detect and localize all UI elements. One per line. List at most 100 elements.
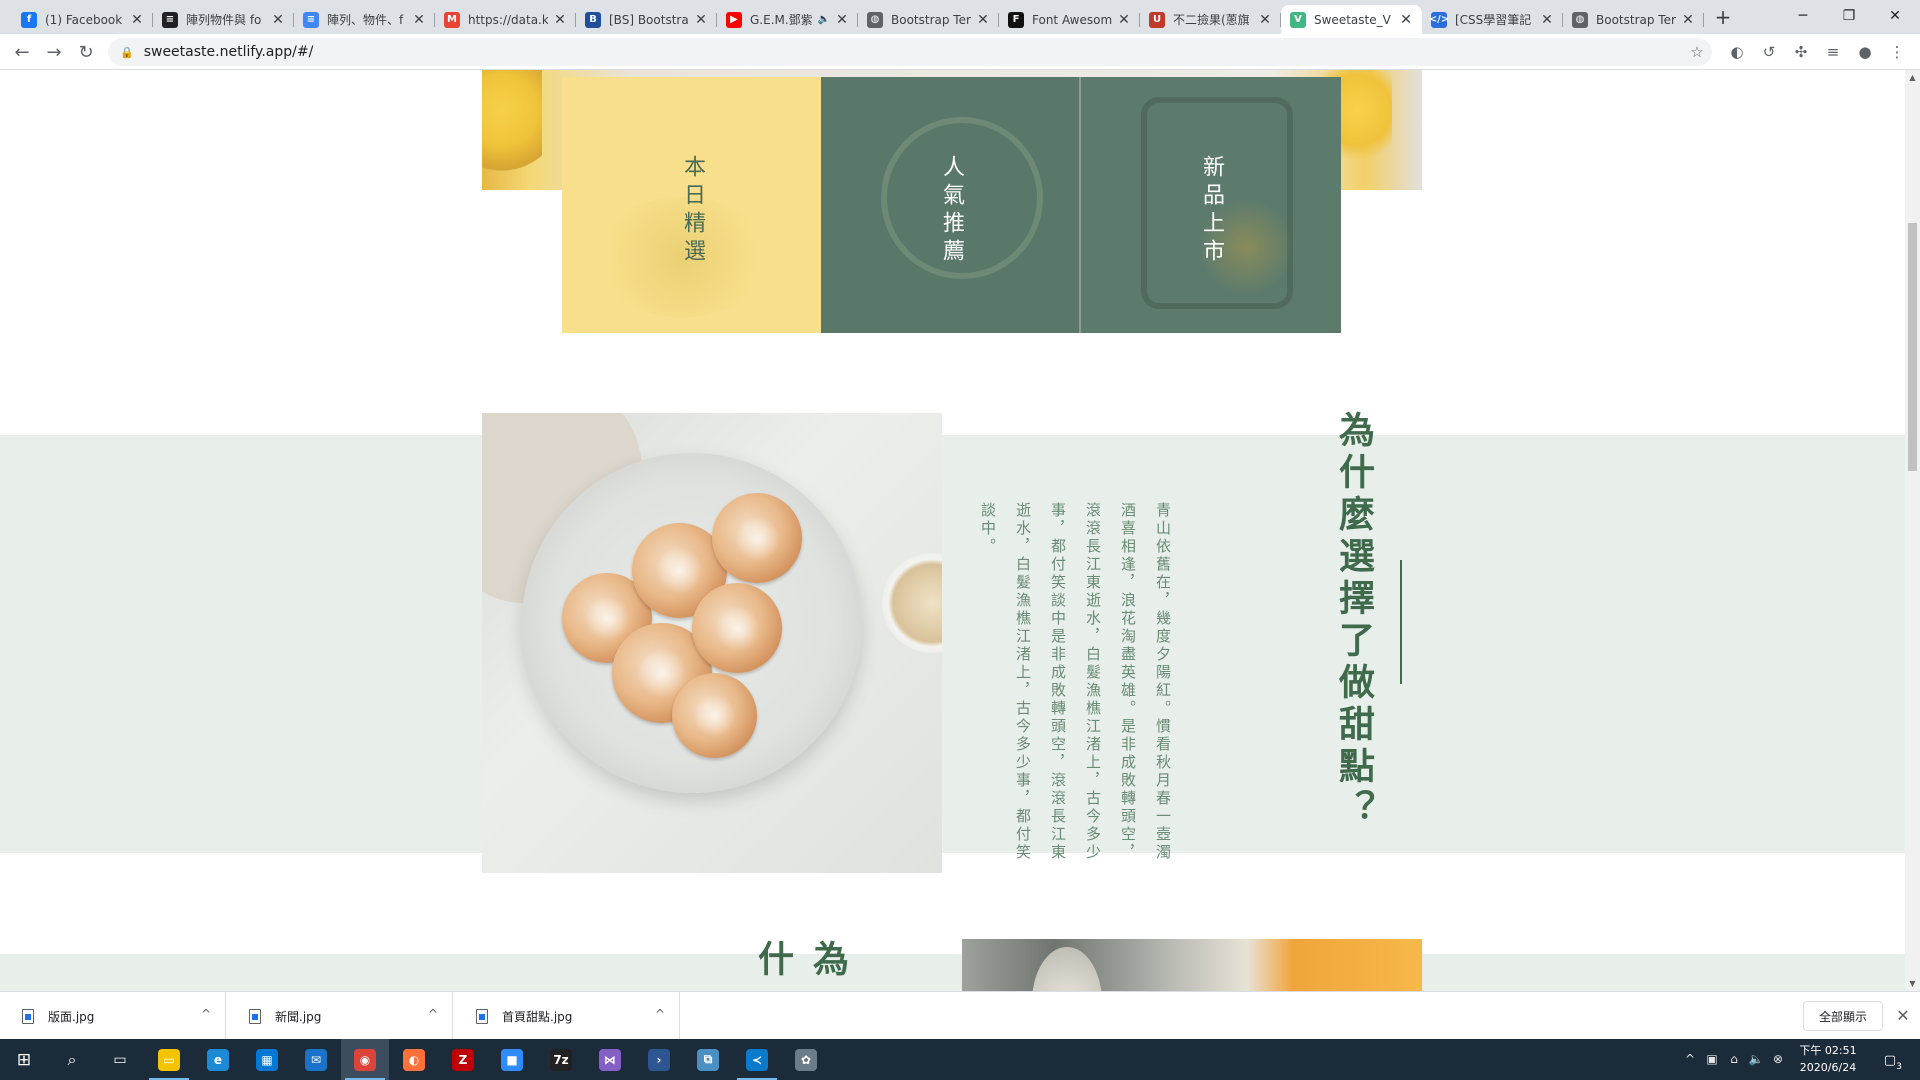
download-item[interactable]: 新聞.jpg ^ xyxy=(227,992,453,1040)
tab-close-icon[interactable]: ✕ xyxy=(1680,12,1696,28)
extensions-icon[interactable]: ✣ xyxy=(1789,40,1813,64)
taskbar-app-button[interactable]: 7z xyxy=(537,1039,585,1080)
extension-1-icon[interactable]: ◐ xyxy=(1725,40,1749,64)
bookmark-star-icon[interactable]: ☆ xyxy=(1685,40,1709,64)
tab[interactable]: Mhttps://data.k ✕ xyxy=(435,5,576,34)
tab[interactable]: f (1) Facebook ✕ xyxy=(12,5,153,34)
action-center-button[interactable]: ▢ 3 xyxy=(1878,1048,1902,1073)
tray-overflow-icon[interactable]: ^ xyxy=(1680,1049,1700,1069)
taskbar-app-button[interactable]: ⧉ xyxy=(684,1039,732,1080)
tab-close-icon[interactable]: ✕ xyxy=(693,12,709,28)
forward-button[interactable]: → xyxy=(40,38,68,66)
image-file-icon xyxy=(249,1008,261,1024)
maximize-button[interactable]: ❐ xyxy=(1826,0,1872,32)
taskbar-app-button[interactable]: ≺ xyxy=(733,1039,781,1080)
tab-close-icon[interactable]: ✕ xyxy=(1116,12,1132,28)
taskbar-app-button[interactable]: ✉ xyxy=(292,1039,340,1080)
scrollbar-thumb[interactable] xyxy=(1908,223,1917,471)
vscode-icon: ≺ xyxy=(746,1048,768,1071)
page-viewport: 本日精選 人氣推薦 新品上市 青山依舊在，幾度夕陽紅。慣看秋月春一壺濁酒喜相逢，… xyxy=(0,70,1905,991)
taskbar-app-button[interactable]: ▦ xyxy=(243,1039,291,1080)
taskbar-app-button[interactable]: ◐ xyxy=(390,1039,438,1080)
tab[interactable]: ◍ Bootstrap Ter ✕ xyxy=(858,5,999,34)
tab[interactable]: ≡ 陣列、物件、f ✕ xyxy=(294,5,435,34)
tab-close-icon[interactable]: ✕ xyxy=(1257,12,1273,28)
browser-toolbar: ← → ↻ 🔒 sweetaste.netlify.app/#/ ☆ ◐ ↺ ✣… xyxy=(0,34,1920,70)
tab-title: 陣列物件與 fo xyxy=(186,13,262,27)
show-all-downloads-button[interactable]: 全部顯示 xyxy=(1803,1001,1883,1031)
taskbar-app-button[interactable]: ◉ xyxy=(341,1039,389,1080)
page-scrollbar[interactable]: ▲ ▼ xyxy=(1905,70,1920,991)
network-icon[interactable]: ⌂ xyxy=(1724,1049,1744,1069)
taskbar-app-button[interactable]: e xyxy=(194,1039,242,1080)
vue-icon: V xyxy=(1290,11,1306,28)
tab-close-icon[interactable]: ✕ xyxy=(411,12,427,28)
tab[interactable]: ▶ G.E.M.鄧紫 🔈 ✕ xyxy=(717,5,858,34)
ime-icon[interactable]: ⊗ xyxy=(1768,1049,1788,1069)
address-bar[interactable]: 🔒 sweetaste.netlify.app/#/ xyxy=(108,38,1712,66)
tab[interactable]: B [BS] Bootstrap ✕ xyxy=(576,5,717,34)
system-clock[interactable]: 下午 02:51 2020/6/24 xyxy=(1796,1042,1860,1078)
tray-app-icon[interactable]: ▣ xyxy=(1702,1049,1722,1069)
tab-close-icon[interactable]: ✕ xyxy=(552,12,568,28)
tab[interactable]: F Font Awesom ✕ xyxy=(999,5,1140,34)
tab[interactable]: ≡ 陣列物件與 fo ✕ xyxy=(153,5,294,34)
taskbar-app-button[interactable]: ⋈ xyxy=(586,1039,634,1080)
tab[interactable]: U 不二撿果(蔥旗 ✕ xyxy=(1140,5,1281,34)
store-icon: ▦ xyxy=(256,1048,278,1071)
tab-close-icon[interactable]: ✕ xyxy=(270,12,286,28)
profile-avatar-icon[interactable]: ● xyxy=(1853,40,1877,64)
scroll-down-arrow-icon[interactable]: ▼ xyxy=(1905,976,1920,991)
tab-close-icon[interactable]: ✕ xyxy=(834,12,850,28)
download-item[interactable]: 版面.jpg ^ xyxy=(0,992,226,1040)
taskbar-app-button[interactable]: ✿ xyxy=(782,1039,830,1080)
tab[interactable]: </> [CSS學習筆記 ✕ xyxy=(1422,5,1563,34)
chevron-up-icon[interactable]: ^ xyxy=(428,1007,438,1021)
notification-icon: ▢ xyxy=(1883,1052,1897,1068)
tab-close-icon[interactable]: ✕ xyxy=(975,12,991,28)
tab-active[interactable]: V Sweetaste_V ✕ xyxy=(1281,5,1422,34)
volume-icon[interactable]: 🔈 xyxy=(1746,1049,1766,1069)
gmail-icon: M xyxy=(444,11,460,28)
zoom-icon: ■ xyxy=(501,1048,523,1071)
chevron-up-icon[interactable]: ^ xyxy=(655,1007,665,1021)
section-background-band xyxy=(0,435,1905,853)
taskbar-app-button[interactable]: ▭ xyxy=(145,1039,193,1080)
new-tab-button[interactable]: + xyxy=(1709,5,1737,29)
tab-strip: f (1) Facebook ✕ ≡ 陣列物件與 fo ✕ ≡ 陣列、物件、f ✕ Mhttps:… xyxy=(0,0,1920,34)
task-view-button[interactable]: ▭ xyxy=(96,1039,144,1080)
windows-logo-icon: ⊞ xyxy=(16,1049,32,1070)
tab[interactable]: ◍ Bootstrap Ter ✕ xyxy=(1563,5,1704,34)
tab-title: [BS] Bootstrap xyxy=(609,12,689,27)
taskbar-app-button[interactable]: Z xyxy=(439,1039,487,1080)
search-button[interactable]: ⌕ xyxy=(48,1039,96,1080)
start-button[interactable]: ⊞ xyxy=(0,1039,48,1080)
orange-dessert-photo xyxy=(962,939,1422,991)
chevron-up-icon[interactable]: ^ xyxy=(201,1007,211,1021)
menu-kebab-icon[interactable]: ⋮ xyxy=(1885,40,1909,64)
tab-title: 陣列、物件、f xyxy=(327,13,404,27)
download-filename: 首頁甜點.jpg xyxy=(502,1009,573,1024)
tab-audio-icon[interactable]: 🔈 xyxy=(818,14,830,25)
close-shelf-icon[interactable]: ✕ xyxy=(1892,1004,1914,1026)
reload-button[interactable]: ↻ xyxy=(72,38,100,66)
history-icon[interactable]: ↺ xyxy=(1757,40,1781,64)
tab-title: G.E.M.鄧紫 xyxy=(750,13,813,27)
taskbar-app-button[interactable]: › xyxy=(635,1039,683,1080)
tab-close-icon[interactable]: ✕ xyxy=(1398,12,1414,28)
window-close-button[interactable]: ✕ xyxy=(1872,0,1918,32)
category-card-daily[interactable]: 本日精選 xyxy=(562,77,822,333)
fontawesome-icon: F xyxy=(1008,11,1024,28)
taskbar-app-button[interactable]: ■ xyxy=(488,1039,536,1080)
tab-close-icon[interactable]: ✕ xyxy=(129,12,145,28)
network-tool-icon: ⧉ xyxy=(697,1048,719,1071)
back-button[interactable]: ← xyxy=(8,38,36,66)
tab-close-icon[interactable]: ✕ xyxy=(1539,12,1555,28)
media-control-icon[interactable]: ≡ xyxy=(1821,40,1845,64)
download-item[interactable]: 首頁甜點.jpg ^ xyxy=(454,992,680,1040)
minimize-button[interactable]: ─ xyxy=(1780,0,1826,32)
scroll-up-arrow-icon[interactable]: ▲ xyxy=(1905,70,1920,85)
category-card-new[interactable]: 新品上市 xyxy=(1081,77,1341,333)
category-card-popular[interactable]: 人氣推薦 xyxy=(821,77,1081,333)
task-view-icon: ▭ xyxy=(113,1051,127,1068)
